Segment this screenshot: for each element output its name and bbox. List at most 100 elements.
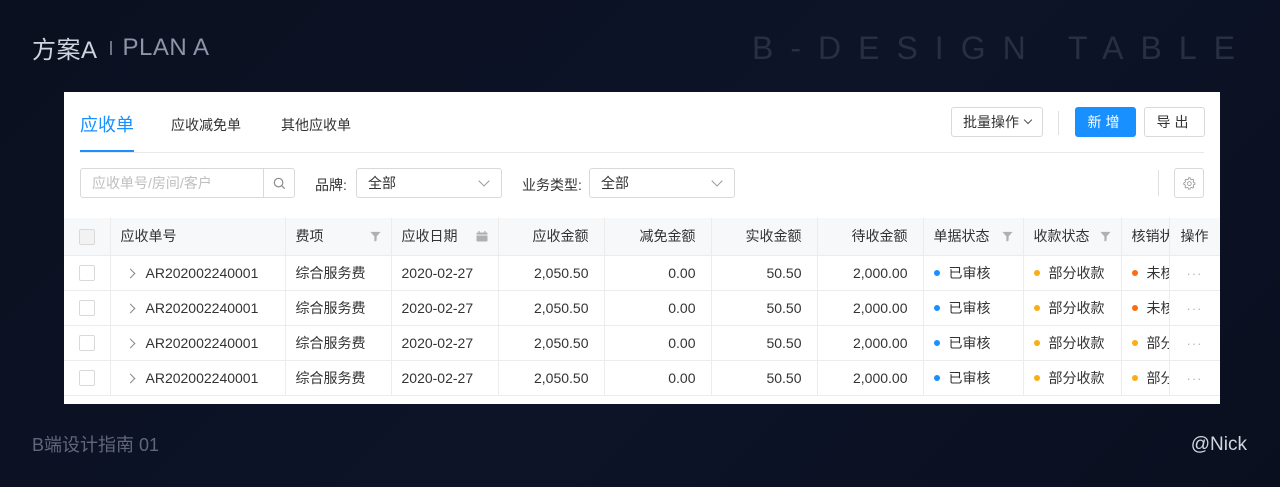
col-label: 核销状态: [1131, 228, 1169, 245]
receivable-no: AR202002240001: [145, 369, 259, 386]
col-receivable-no: 应收单号: [110, 218, 286, 256]
cell-payment-status: 部分收款: [1023, 255, 1122, 291]
batch-operation-button[interactable]: 批量操作: [951, 107, 1043, 137]
cell-received-amount: 50.50: [711, 290, 818, 326]
chevron-right-icon[interactable]: [125, 373, 135, 384]
gear-icon: [1183, 177, 1196, 190]
search-button[interactable]: [263, 169, 294, 197]
cell-due-date: 2020-02-27: [391, 360, 499, 396]
verification-status-text: 部分核销: [1146, 334, 1169, 351]
col-pending-amount: 待收金额: [817, 218, 924, 256]
new-button[interactable]: 新增: [1075, 107, 1136, 137]
row-checkbox[interactable]: [78, 265, 95, 282]
receivable-no: AR202002240001: [145, 264, 259, 281]
cell-received-amount: 50.50: [711, 255, 818, 291]
business-type-filter-label: 业务类型:: [522, 177, 582, 193]
verification-status-text: 未核销: [1146, 264, 1169, 281]
row-select-cell: [64, 255, 111, 291]
cell-verification-status: 部分核销: [1121, 325, 1170, 361]
brand-select[interactable]: 全部: [356, 168, 502, 198]
row-checkbox[interactable]: [78, 300, 95, 317]
filter-icon[interactable]: [369, 231, 381, 242]
select-all-cell: [64, 218, 111, 256]
cell-receivable-amount: 2,050.50: [498, 325, 605, 361]
chevron-right-icon[interactable]: [125, 338, 135, 349]
cell-payment-status: 部分收款: [1023, 290, 1122, 326]
chevron-right-icon[interactable]: [125, 268, 135, 279]
col-label: 减免金额: [639, 228, 696, 245]
cell-pending-amount: 2,000.00: [817, 255, 924, 291]
row-checkbox[interactable]: [78, 370, 95, 387]
tab-receivable-reduction[interactable]: 应收减免单: [171, 115, 241, 152]
row-checkbox[interactable]: [78, 335, 95, 352]
cell-receivable-amount: 2,050.50: [498, 360, 605, 396]
table-row[interactable]: AR202002240001 综合服务费 2020-02-27 2,050.50 0.0…: [64, 255, 1220, 291]
col-document-status: 单据状态: [923, 218, 1024, 256]
cell-actions: ···: [1169, 360, 1220, 396]
filter-icon[interactable]: [1099, 231, 1111, 242]
cell-received-amount: 50.50: [711, 325, 818, 361]
col-label: 收款状态: [1033, 228, 1090, 245]
chevron-down-icon: [478, 175, 490, 187]
table-row[interactable]: AR202002240001 综合服务费 2020-02-27 2,050.50 0.0…: [64, 325, 1220, 361]
cell-due-date: 2020-02-27: [391, 325, 499, 361]
cell-due-date: 2020-02-27: [391, 255, 499, 291]
cell-reduction-amount: 0.00: [604, 290, 712, 326]
status-dot: [933, 374, 940, 381]
more-actions-icon[interactable]: ···: [1187, 266, 1203, 281]
row-select-cell: [64, 360, 111, 396]
col-fee-item: 费项: [285, 218, 392, 256]
cell-receivable-amount: 2,050.50: [498, 255, 605, 291]
filter-icon[interactable]: [1001, 231, 1013, 242]
table-card: 应收单 应收减免单 其他应收单 批量操作 新增 导出 品牌: 全部 业务类型: …: [64, 92, 1220, 404]
col-label: 费项: [295, 228, 324, 245]
search-box: [80, 168, 295, 198]
more-actions-icon[interactable]: ···: [1187, 371, 1203, 386]
cell-verification-status: 未核销: [1121, 255, 1170, 291]
tab-divider: [80, 152, 1204, 153]
col-due-date: 应收日期: [391, 218, 499, 256]
cell-received-amount: 50.50: [711, 360, 818, 396]
export-button[interactable]: 导出: [1144, 107, 1205, 137]
search-input[interactable]: [81, 169, 263, 197]
col-verification-status: 核销状态: [1121, 218, 1170, 256]
col-label: 应收日期: [401, 228, 458, 245]
toolbar-divider: [1058, 111, 1059, 135]
cell-receivable-amount: 2,050.50: [498, 290, 605, 326]
business-type-select[interactable]: 全部: [589, 168, 735, 198]
col-payment-status: 收款状态: [1023, 218, 1122, 256]
payment-status-text: 部分收款: [1048, 299, 1105, 316]
status-dot: [1033, 374, 1040, 381]
column-settings-button[interactable]: [1174, 168, 1204, 198]
col-received-amount: 实收金额: [711, 218, 818, 256]
cell-fee-item: 综合服务费: [285, 290, 392, 326]
status-dot: [1033, 304, 1040, 311]
cell-receivable-no: AR202002240001: [110, 255, 286, 291]
select-all-checkbox[interactable]: [78, 228, 95, 245]
status-dot: [933, 269, 940, 276]
plan-title-en: PLAN A: [122, 33, 210, 61]
tab-bar: 应收单 应收减免单 其他应收单: [80, 92, 391, 152]
receivable-table: 应收单号 费项 应收日期 应收金额 减免金额 实收金额 待收金额 单据状态 收款…: [64, 218, 1220, 396]
document-status-text: 已审核: [948, 299, 991, 316]
batch-operation-label: 批量操作: [963, 114, 1019, 130]
col-label: 应收金额: [532, 228, 589, 245]
receivable-no: AR202002240001: [145, 334, 259, 351]
plan-title-cn: 方案A: [32, 37, 98, 64]
page-heading: 方案A PLAN A: [32, 30, 210, 65]
more-actions-icon[interactable]: ···: [1187, 301, 1203, 316]
chevron-right-icon[interactable]: [125, 303, 135, 314]
more-actions-icon[interactable]: ···: [1187, 336, 1203, 351]
table-row[interactable]: AR202002240001 综合服务费 2020-02-27 2,050.50 0.0…: [64, 290, 1220, 326]
cell-document-status: 已审核: [923, 360, 1024, 396]
brand-select-value: 全部: [368, 175, 396, 191]
chevron-down-icon: [711, 175, 723, 187]
cell-pending-amount: 2,000.00: [817, 360, 924, 396]
col-reduction-amount: 减免金额: [604, 218, 712, 256]
tab-receivable[interactable]: 应收单: [80, 111, 134, 152]
cell-actions: ···: [1169, 255, 1220, 291]
design-table-watermark: B-DESIGN TABLE: [752, 30, 1252, 66]
table-row[interactable]: AR202002240001 综合服务费 2020-02-27 2,050.50 0.0…: [64, 360, 1220, 396]
tab-other-receivable[interactable]: 其他应收单: [281, 115, 351, 152]
calendar-icon[interactable]: [476, 230, 488, 242]
